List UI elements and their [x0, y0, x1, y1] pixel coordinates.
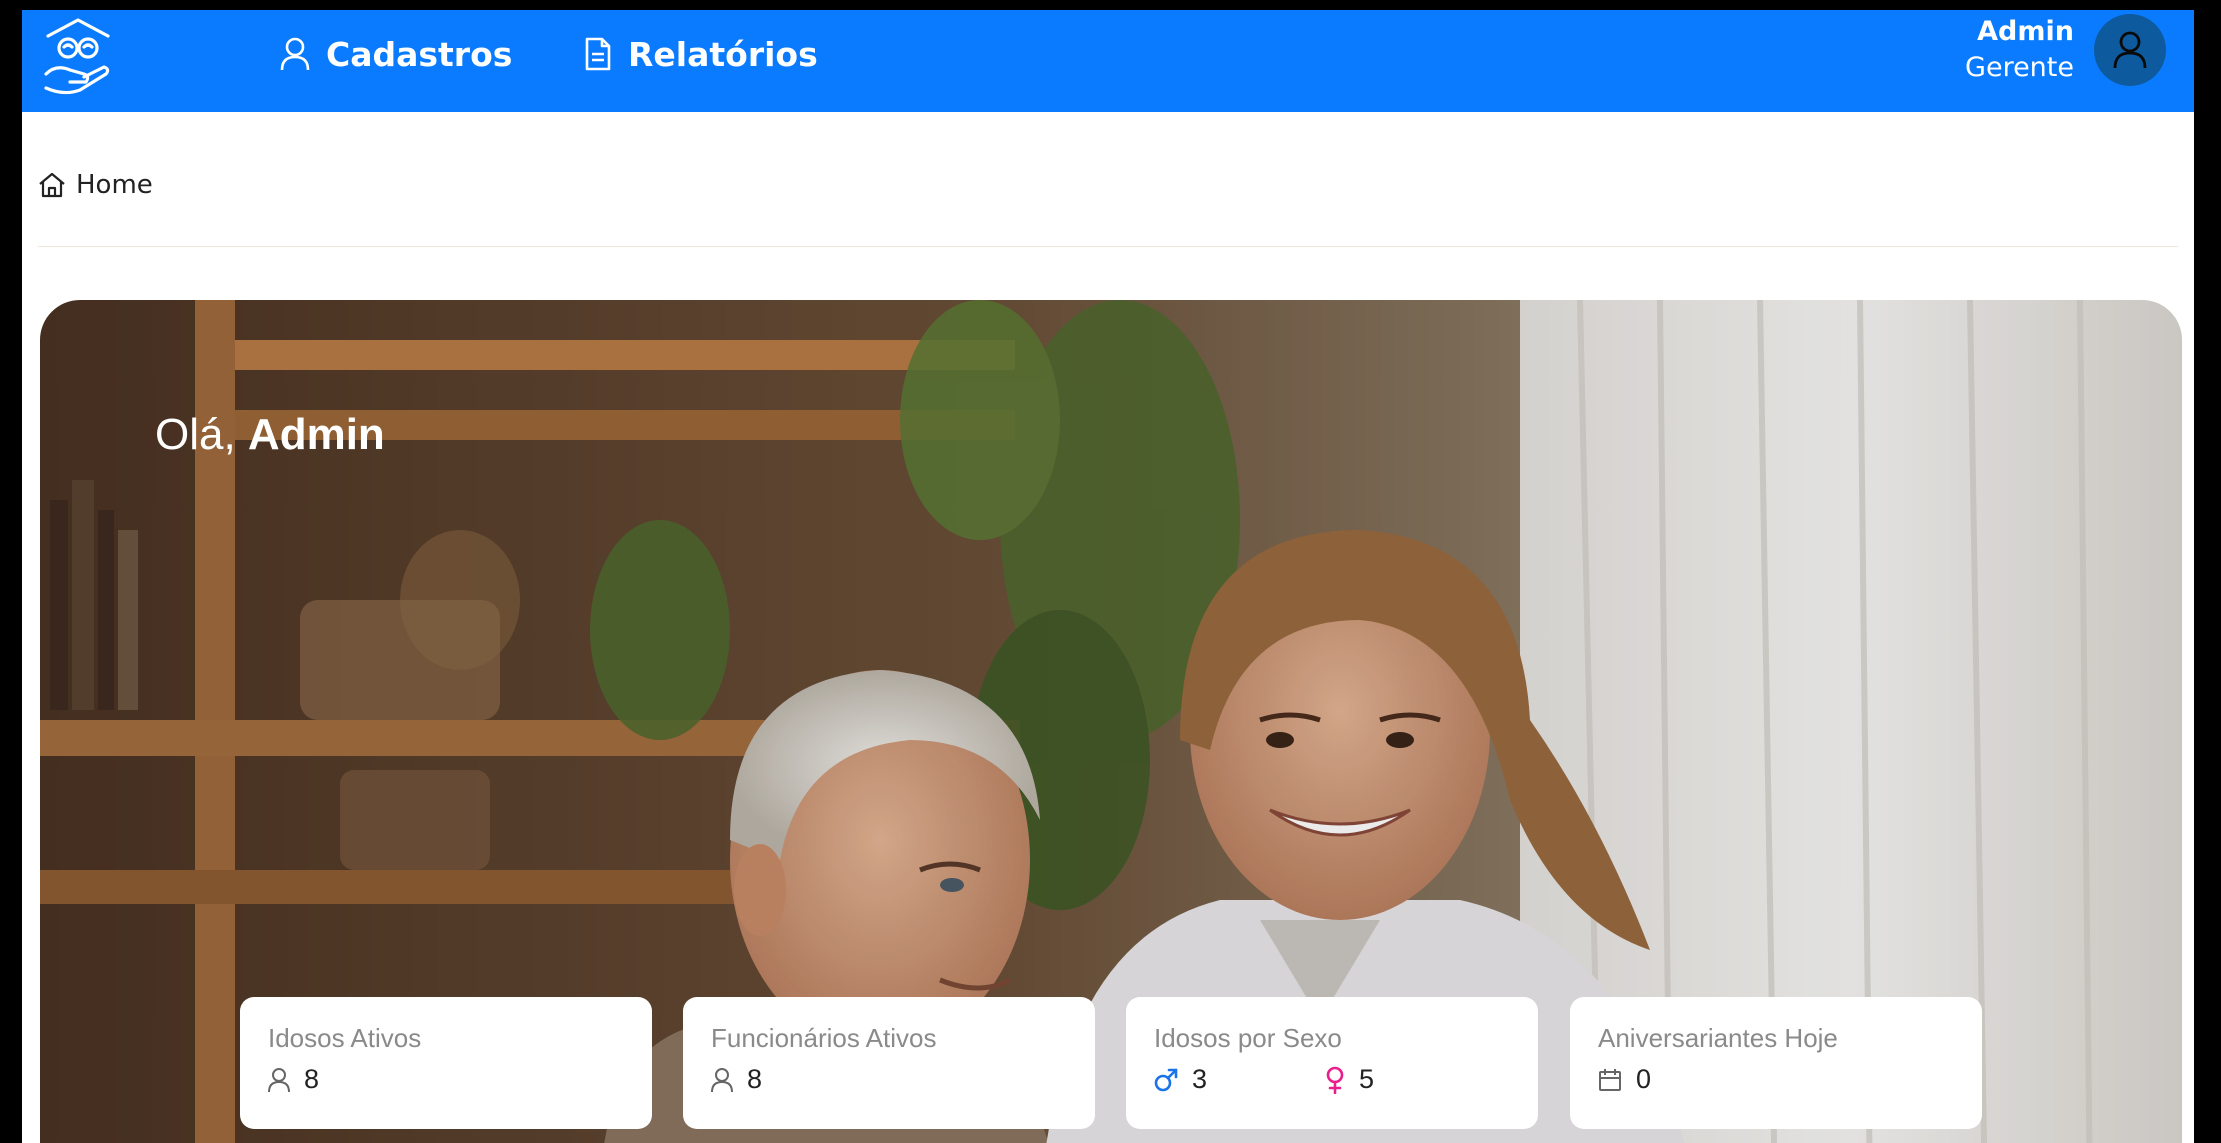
greeting: Olá, Admin [155, 410, 385, 460]
user-info: Admin Gerente [1965, 14, 2074, 86]
male-count: 3 [1192, 1064, 1208, 1094]
greeting-prefix: Olá, [155, 410, 248, 459]
divider [38, 246, 2178, 247]
female-icon [1326, 1066, 1344, 1094]
breadcrumb[interactable]: Home [38, 170, 153, 200]
app-window: Cadastros Relatórios Admin Gerente Home … [22, 10, 2194, 1143]
home-icon [39, 172, 65, 198]
document-icon [585, 37, 611, 71]
nav-relatorios-label: Relatórios [628, 34, 818, 74]
stat-card-idosos-por-sexo[interactable]: Idosos por Sexo 3 5 [1126, 997, 1538, 1129]
male-icon [1154, 1068, 1178, 1091]
breadcrumb-home: Home [76, 170, 153, 200]
avatar[interactable] [2094, 14, 2166, 86]
card-value: 0 [1636, 1064, 1652, 1094]
female-count-group: 5 [1325, 1064, 1374, 1095]
user-icon [280, 37, 310, 71]
stat-card-funcionarios-ativos[interactable]: Funcionários Ativos 8 [683, 997, 1095, 1129]
card-value-row: 8 [268, 1064, 624, 1095]
card-title: Idosos Ativos [268, 1023, 422, 1053]
greeting-name: Admin [247, 410, 385, 459]
card-value-row: 3 5 [1154, 1064, 1510, 1095]
nav-relatorios[interactable]: Relatórios [584, 28, 818, 80]
nav-cadastros-label: Cadastros [326, 34, 513, 74]
user-role: Gerente [1965, 52, 2074, 83]
top-navbar: Cadastros Relatórios Admin Gerente [22, 10, 2194, 112]
card-title: Aniversariantes Hoje [1598, 1023, 1838, 1053]
user-icon [2113, 31, 2147, 69]
user-name: Admin [1977, 16, 2074, 47]
male-count-group: 3 [1154, 1064, 1207, 1095]
female-count: 5 [1359, 1064, 1375, 1094]
card-value: 8 [304, 1064, 320, 1094]
logo[interactable] [34, 14, 122, 100]
card-value-row: 0 [1598, 1064, 1954, 1095]
card-value-row: 8 [711, 1064, 1067, 1095]
calendar-icon [1599, 1068, 1621, 1091]
card-title: Idosos por Sexo [1154, 1023, 1342, 1053]
user-icon [711, 1067, 733, 1092]
card-value: 8 [747, 1064, 763, 1094]
user-icon [268, 1067, 290, 1092]
stat-card-aniversariantes-hoje[interactable]: Aniversariantes Hoje 0 [1570, 997, 1982, 1129]
card-title: Funcionários Ativos [711, 1023, 937, 1053]
nav-cadastros[interactable]: Cadastros [280, 28, 512, 80]
stat-card-idosos-ativos[interactable]: Idosos Ativos 8 [240, 997, 652, 1129]
